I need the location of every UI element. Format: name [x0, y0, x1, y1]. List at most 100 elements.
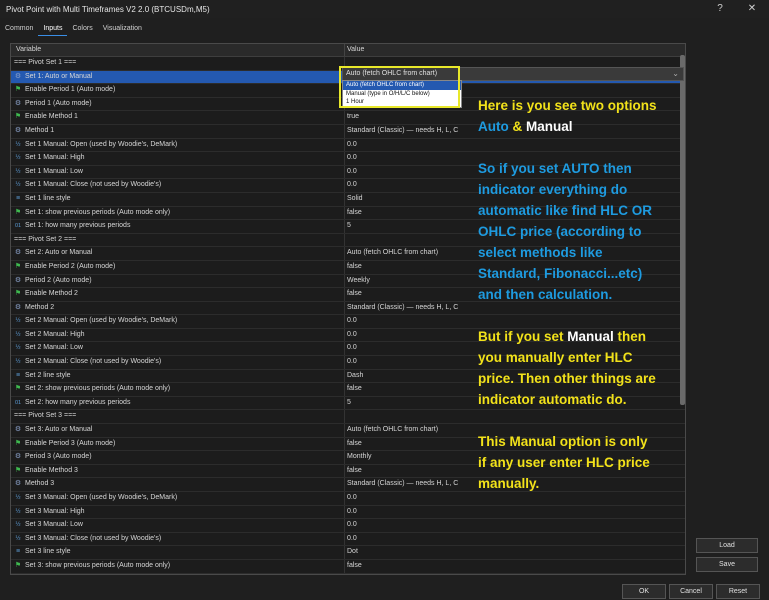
variable-value[interactable]: Weekly: [347, 277, 370, 284]
variable-value[interactable]: 0.0: [347, 521, 357, 528]
cell-divider: [344, 138, 345, 152]
annotation-line: if any user enter HLC price: [478, 455, 650, 470]
annotation-manual: Manual: [526, 119, 573, 134]
variable-value[interactable]: 0.0: [347, 154, 357, 161]
cancel-button[interactable]: Cancel: [669, 584, 713, 599]
close-icon[interactable]: ✕: [746, 3, 758, 15]
column-header-variable[interactable]: Variable: [16, 46, 41, 53]
variable-name: Period 1 (Auto mode): [25, 99, 92, 107]
variable-value[interactable]: false: [347, 467, 362, 474]
section-header-row[interactable]: === Pivot Set 3 ===: [11, 410, 685, 425]
variable-name: Set 2: show previous periods (Auto mode …: [25, 385, 171, 393]
table-row[interactable]: ½ Set 3 Manual: High 0.0: [11, 505, 685, 520]
variable-name: Set 2 Manual: Open (used by Woodie's, De…: [25, 317, 178, 325]
variable-value[interactable]: false: [347, 385, 362, 392]
reset-button[interactable]: Reset: [716, 584, 760, 599]
variable-name: Period 3 (Auto mode): [25, 453, 92, 461]
annotation-line: OHLC price (according to: [478, 224, 642, 239]
ok-button[interactable]: OK: [622, 584, 666, 599]
half-icon: ½: [15, 508, 21, 515]
variable-value[interactable]: Dash: [347, 372, 363, 379]
cell-divider: [344, 464, 345, 478]
variable-value[interactable]: 0.0: [347, 141, 357, 148]
variable-value[interactable]: false: [347, 440, 362, 447]
variable-value[interactable]: Standard (Classic) — needs H, L, C: [347, 304, 458, 311]
tab-visualization[interactable]: Visualization: [98, 22, 147, 36]
variable-value[interactable]: Standard (Classic) — needs H, L, C: [347, 127, 458, 134]
variable-value[interactable]: 0.0: [347, 494, 357, 501]
variable-name: Set 1 Manual: Close (not used by Woodie'…: [25, 181, 162, 189]
annotation-line: you manually enter HLC: [478, 350, 633, 365]
gear-icon: ⚙: [14, 480, 22, 488]
variable-name: Period 2 (Auto mode): [25, 276, 92, 284]
annotation-line: This Manual option is only: [478, 434, 648, 449]
variable-value[interactable]: 0.0: [347, 358, 357, 365]
cell-divider: [344, 505, 345, 519]
variable-value[interactable]: Solid: [347, 195, 363, 202]
column-divider[interactable]: [344, 44, 345, 56]
variable-value[interactable]: 0.0: [347, 535, 357, 542]
variable-value[interactable]: 5: [347, 222, 351, 229]
cell-divider: [344, 356, 345, 369]
variable-value[interactable]: Standard (Classic) — needs H, L, C: [347, 480, 458, 487]
gear-icon: ⚙: [14, 426, 22, 434]
table-row[interactable]: ≡ Set 3 line style Dot: [11, 546, 685, 560]
half-icon: ½: [15, 155, 21, 162]
annotation-manual-explanation: But if you set Manual then you manually …: [478, 326, 656, 410]
variable-value[interactable]: 0.0: [347, 331, 357, 338]
annotation-auto: Auto: [478, 119, 509, 134]
half-icon: ½: [15, 495, 21, 501]
load-button[interactable]: Load: [696, 538, 758, 553]
table-row[interactable]: ½ Set 3 Manual: Close (not used by Woodie…: [11, 532, 685, 547]
variable-name: Set 3: show previous periods (Auto mode …: [25, 561, 171, 569]
highlight-box: [339, 66, 460, 108]
variable-value[interactable]: 5: [347, 399, 351, 406]
cell-divider: [344, 220, 345, 233]
cell-divider: [344, 233, 345, 247]
cell-divider: [344, 424, 345, 437]
annotation-intro: Here is you see two options Auto & Manua…: [478, 95, 657, 137]
cell-divider: [344, 478, 345, 491]
table-row[interactable]: ½ Set 3 Manual: Open (used by Woodie's, D…: [11, 492, 685, 506]
half-icon: ½: [15, 359, 21, 366]
variable-value[interactable]: 0.0: [347, 181, 357, 188]
variable-value[interactable]: false: [347, 263, 362, 270]
variable-name: Set 3 Manual: High: [25, 507, 85, 515]
variable-value[interactable]: false: [347, 562, 362, 569]
cell-divider: [344, 396, 345, 410]
help-icon[interactable]: ?: [714, 3, 726, 15]
gear-icon: ⚙: [14, 72, 22, 80]
variable-value[interactable]: false: [347, 290, 362, 297]
variable-value[interactable]: false: [347, 209, 362, 216]
variable-name: Enable Method 2: [25, 290, 78, 298]
variable-value[interactable]: 0.0: [347, 508, 357, 515]
line-icon: ≡: [15, 194, 21, 202]
flag-icon: ⚑: [14, 385, 22, 393]
table-row[interactable]: ⚑ Set 3: show previous periods (Auto mode…: [11, 559, 685, 574]
tab-common[interactable]: Common: [0, 22, 38, 36]
variable-value[interactable]: Auto (fetch OHLC from chart): [347, 426, 438, 433]
variable-value[interactable]: 0.0: [347, 344, 357, 351]
chevron-down-icon: ⌄: [672, 69, 679, 78]
column-header-value[interactable]: Value: [347, 46, 364, 53]
save-button[interactable]: Save: [696, 557, 758, 572]
half-icon: ½: [15, 182, 21, 189]
annotation-line: Here is you see two options: [478, 98, 657, 113]
variable-value[interactable]: 0.0: [347, 317, 357, 324]
gear-icon: ⚙: [14, 249, 22, 257]
variable-value[interactable]: Monthly: [347, 453, 372, 460]
vertical-scrollbar[interactable]: [680, 55, 685, 405]
variable-value[interactable]: true: [347, 113, 359, 120]
variable-value[interactable]: 0.0: [347, 168, 357, 175]
annotation-line: price. Then other things are: [478, 371, 656, 386]
tab-inputs[interactable]: Inputs: [38, 22, 68, 36]
tab-colors[interactable]: Colors: [67, 22, 97, 36]
annotation-line: Auto & Manual: [478, 116, 657, 137]
cell-divider: [344, 247, 345, 260]
variable-value[interactable]: Dot: [347, 548, 358, 555]
table-row[interactable]: ½ Set 1 Manual: Open (used by Woodie's, D…: [11, 138, 685, 153]
variable-value[interactable]: Auto (fetch OHLC from chart): [347, 249, 438, 256]
annotation-line: and then calculation.: [478, 287, 613, 302]
table-row[interactable]: 01Set 3: how many previous periods5: [11, 573, 685, 574]
table-row[interactable]: ½ Set 3 Manual: Low 0.0: [11, 519, 685, 533]
